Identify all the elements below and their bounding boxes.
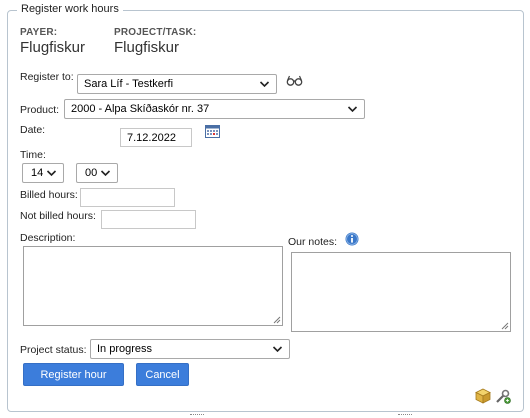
project-status-label: Project status: bbox=[20, 344, 87, 356]
tools-icon[interactable] bbox=[495, 388, 512, 404]
not-billed-hours-label: Not billed hours: bbox=[20, 210, 96, 222]
hour-value: 14 bbox=[31, 167, 44, 179]
register-to-value: Sara Líf - Testkerfi bbox=[84, 78, 174, 90]
billed-hours-input[interactable] bbox=[80, 188, 175, 207]
register-hour-button[interactable]: Register hour bbox=[23, 363, 124, 386]
description-textarea[interactable] bbox=[23, 246, 283, 326]
not-billed-hours-input[interactable] bbox=[101, 210, 196, 229]
resize-grip-icon[interactable] bbox=[501, 322, 509, 330]
project-task-value: Flugfiskur bbox=[114, 39, 180, 56]
chevron-down-icon bbox=[46, 170, 57, 177]
chevron-down-icon bbox=[272, 346, 283, 353]
our-notes-label: Our notes: bbox=[288, 236, 338, 248]
product-label: Product: bbox=[20, 104, 60, 116]
project-status-select[interactable]: In progress bbox=[90, 339, 290, 359]
description-label: Description: bbox=[20, 232, 76, 244]
date-label: Date: bbox=[20, 124, 46, 136]
time-label: Time: bbox=[20, 149, 46, 161]
package-icon[interactable] bbox=[475, 388, 491, 404]
minute-select[interactable]: 00 bbox=[76, 163, 118, 183]
resize-grip-icon[interactable] bbox=[273, 316, 281, 324]
info-icon[interactable] bbox=[345, 232, 359, 246]
payer-label: PAYER: bbox=[20, 27, 58, 38]
payer-value: Flugfiskur bbox=[20, 39, 86, 56]
chevron-down-icon bbox=[259, 81, 270, 88]
register-to-select[interactable]: Sara Líf - Testkerfi bbox=[77, 74, 277, 94]
product-value: 2000 - Alpa Skíðaskór nr. 37 bbox=[71, 103, 210, 115]
panel-title: Register work hours bbox=[17, 3, 123, 15]
glasses-icon[interactable] bbox=[286, 74, 303, 87]
hour-select[interactable]: 14 bbox=[22, 163, 64, 183]
frame-handle bbox=[190, 414, 204, 418]
our-notes-textarea[interactable] bbox=[291, 252, 511, 332]
billed-hours-label: Billed hours: bbox=[20, 189, 78, 201]
product-select[interactable]: 2000 - Alpa Skíðaskór nr. 37 bbox=[64, 99, 365, 119]
project-task-label: PROJECT/TASK: bbox=[114, 27, 197, 38]
chevron-down-icon bbox=[100, 170, 111, 177]
date-input[interactable]: 7.12.2022 bbox=[120, 128, 192, 147]
calendar-icon[interactable] bbox=[205, 124, 220, 138]
project-status-value: In progress bbox=[97, 343, 153, 355]
frame-handle bbox=[398, 414, 412, 418]
cancel-button[interactable]: Cancel bbox=[136, 363, 189, 386]
chevron-down-icon bbox=[347, 106, 358, 113]
register-to-label: Register to: bbox=[20, 71, 74, 83]
minute-value: 00 bbox=[85, 167, 98, 179]
